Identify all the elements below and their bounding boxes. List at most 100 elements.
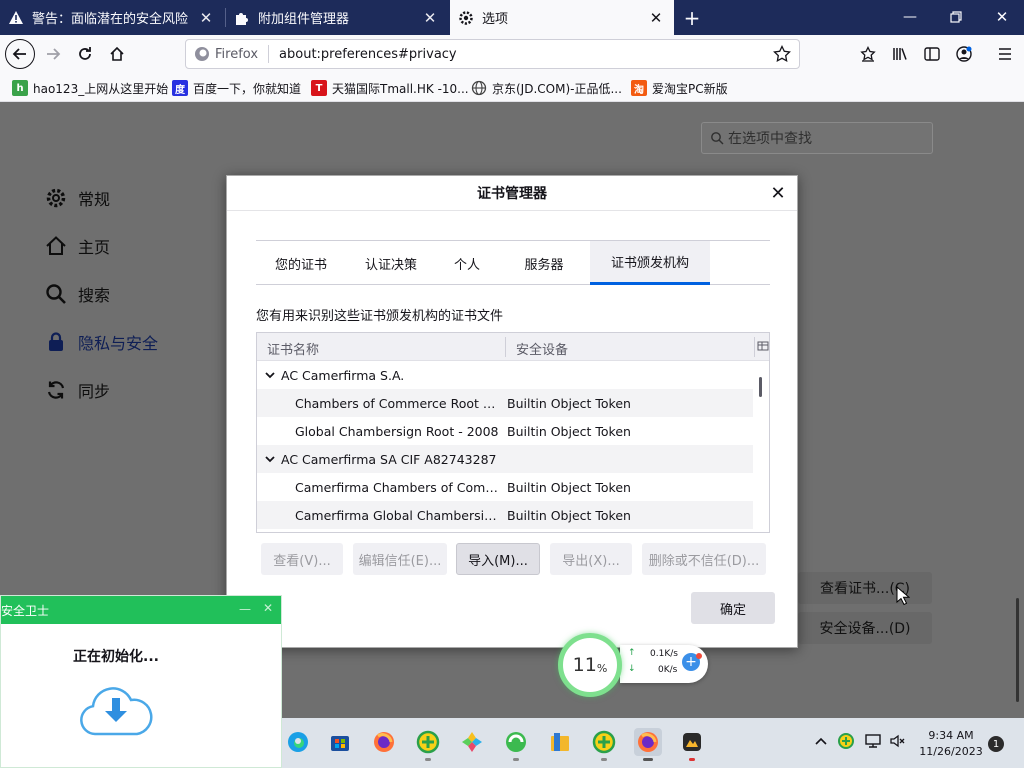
windows-taskbar: 9:34 AM 11/26/2023 1 — [282, 718, 1024, 768]
360-guard-icon[interactable] — [590, 728, 618, 756]
bookmark-tmall[interactable]: T 天猫国际Tmall.HK -10... — [311, 78, 469, 98]
menu-button[interactable] — [990, 39, 1020, 69]
home-button[interactable] — [102, 39, 132, 69]
bookmark-label: 京东(JD.COM)-正品低... — [492, 81, 622, 96]
bookmark-hao123[interactable]: h hao123_上网从这里开始 — [12, 78, 168, 98]
dialog-title: 证书管理器 — [227, 176, 797, 211]
forward-button[interactable] — [38, 39, 68, 69]
view-cert-button[interactable]: 查看(V)... — [261, 543, 343, 575]
close-window-button[interactable]: ✕ — [988, 6, 1016, 28]
tree-row[interactable]: Chambers of Commerce Root - 2008 Builtin… — [257, 389, 753, 417]
tab-title: 警告：面临潜在的安全风险 — [32, 12, 189, 27]
tree-row-group[interactable]: AC Camerfirma SA CIF A82743287 — [257, 445, 753, 473]
authorities-description: 您有用来识别这些证书颁发机构的证书文件 — [256, 309, 504, 324]
import-button[interactable]: 导入(M)... — [456, 543, 540, 575]
security-devices-button[interactable]: 安全设备...(D) — [798, 612, 932, 644]
chevron-up-icon[interactable] — [814, 734, 828, 748]
upload-speed: 0.1K/s — [650, 649, 678, 659]
popup-close-icon[interactable]: ✕ — [263, 601, 273, 615]
pocket-star-icon — [860, 46, 876, 62]
tab-options[interactable]: 选项 ✕ — [450, 0, 674, 35]
restore-button[interactable] — [942, 6, 970, 28]
certificate-tree[interactable]: 证书名称 安全设备 AC Camerfirma S.A. Chambers of… — [256, 332, 770, 533]
bookmark-jd[interactable]: 京东(JD.COM)-正品低... — [471, 78, 622, 98]
sidebar-item-general[interactable]: 常规 — [44, 183, 110, 213]
column-picker-icon[interactable] — [757, 340, 769, 352]
page-scrollbar[interactable] — [1016, 598, 1019, 702]
game-app-icon[interactable] — [678, 728, 706, 756]
clock-time[interactable]: 9:34 AM — [920, 729, 982, 742]
new-tab-button[interactable]: + — [680, 6, 704, 30]
tree-scrollbar[interactable] — [753, 361, 769, 532]
download-speed: 0K/s — [658, 665, 678, 675]
url-text[interactable]: about:preferences#privacy — [279, 47, 773, 62]
photos-app-icon[interactable] — [458, 728, 486, 756]
tab-people[interactable]: 个人 — [436, 241, 498, 285]
firefox-active-icon[interactable] — [634, 728, 662, 756]
account-button[interactable] — [949, 39, 979, 69]
export-button[interactable]: 导出(X)... — [550, 543, 632, 575]
360-browser-icon[interactable] — [502, 728, 530, 756]
reload-button[interactable] — [70, 39, 100, 69]
column-header-cert-name[interactable]: 证书名称 — [267, 339, 319, 358]
tree-row[interactable]: Global Chambersign Root - 2008 Builtin O… — [257, 417, 753, 445]
360-security-icon[interactable] — [414, 728, 442, 756]
identity-label: Firefox — [215, 46, 259, 62]
tree-scrollbar-thumb[interactable] — [759, 377, 762, 397]
pocket-button[interactable] — [853, 39, 883, 69]
firefox-taskbar-icon[interactable] — [370, 728, 398, 756]
cert-name: AC Camerfirma S.A. — [281, 367, 405, 383]
tab-your-certificates[interactable]: 您的证书 — [256, 241, 346, 285]
clock-date[interactable]: 11/26/2023 — [916, 745, 986, 758]
tab-servers[interactable]: 服务器 — [498, 241, 590, 285]
close-dialog-icon[interactable]: ✕ — [767, 182, 789, 204]
network-icon[interactable] — [864, 733, 882, 749]
chevron-down-icon[interactable] — [259, 369, 281, 381]
tray-360-icon[interactable] — [838, 733, 854, 749]
volume-muted-icon[interactable] — [889, 733, 907, 749]
globe-icon — [471, 80, 487, 96]
bookmark-taobao[interactable]: 淘 爱淘宝PC新版 — [631, 78, 728, 98]
chevron-down-icon[interactable] — [259, 453, 281, 465]
tree-row[interactable]: Camerfirma Chambers of Commerce Root Bui… — [257, 473, 753, 501]
upload-arrow-icon: ↑ — [628, 648, 636, 658]
tab-authorities[interactable]: 证书颁发机构 — [590, 241, 710, 285]
file-explorer-icon[interactable] — [546, 728, 574, 756]
notification-badge[interactable]: 1 — [988, 736, 1004, 752]
network-speed-widget[interactable]: 11 % ↑ 0.1K/s ↓ 0K/s + — [558, 633, 708, 697]
url-bar[interactable]: Firefox about:preferences#privacy — [185, 39, 800, 69]
close-tab-icon[interactable]: ✕ — [646, 8, 666, 28]
sidebar-item-sync[interactable]: 同步 — [44, 375, 110, 405]
tree-row-group[interactable]: AC Camerfirma S.A. — [257, 361, 753, 389]
library-button[interactable] — [885, 39, 915, 69]
ok-button[interactable]: 确定 — [691, 592, 775, 624]
tab-addons-manager[interactable]: 附加组件管理器 ✕ — [226, 0, 448, 35]
tab-security-warning[interactable]: 警告：面临潜在的安全风险 ✕ — [0, 0, 224, 35]
close-tab-icon[interactable]: ✕ — [420, 8, 440, 28]
column-header-security-device[interactable]: 安全设备 — [516, 339, 568, 358]
sidebar-item-label: 常规 — [78, 190, 111, 209]
minimize-button[interactable]: — — [896, 6, 924, 28]
sidebar-item-search[interactable]: 搜索 — [44, 279, 110, 309]
sidebar-item-privacy-security[interactable]: 隐私与安全 — [44, 327, 158, 357]
back-button[interactable] — [5, 39, 35, 69]
sidebar-item-home[interactable]: 主页 — [44, 231, 110, 261]
delete-distrust-button[interactable]: 删除或不信任(D)... — [642, 543, 766, 575]
bookmark-star-icon[interactable] — [773, 45, 791, 63]
close-tab-icon[interactable]: ✕ — [196, 8, 216, 28]
tab-authentication-decisions[interactable]: 认证决策 — [346, 241, 436, 285]
store-icon[interactable] — [326, 728, 354, 756]
library-icon — [893, 48, 907, 60]
popup-minimize-icon[interactable]: — — [239, 602, 251, 616]
sync-icon — [44, 378, 68, 402]
account-icon — [956, 46, 972, 62]
sidebar-button[interactable] — [917, 39, 947, 69]
bookmark-baidu[interactable]: 度 百度一下，你就知道 — [172, 78, 301, 98]
find-in-options-input[interactable]: 在选项中查找 — [701, 122, 933, 154]
tree-row[interactable]: Camerfirma Global Chambersign Root Built… — [257, 501, 753, 529]
edge-icon[interactable] — [284, 728, 312, 756]
view-certificates-button[interactable]: 查看证书...(C) — [798, 572, 932, 604]
edit-trust-button[interactable]: 编辑信任(E)... — [353, 543, 447, 575]
memory-gauge: 11 % — [558, 633, 622, 697]
cert-name: Camerfirma Global Chambersign Root — [295, 507, 499, 523]
